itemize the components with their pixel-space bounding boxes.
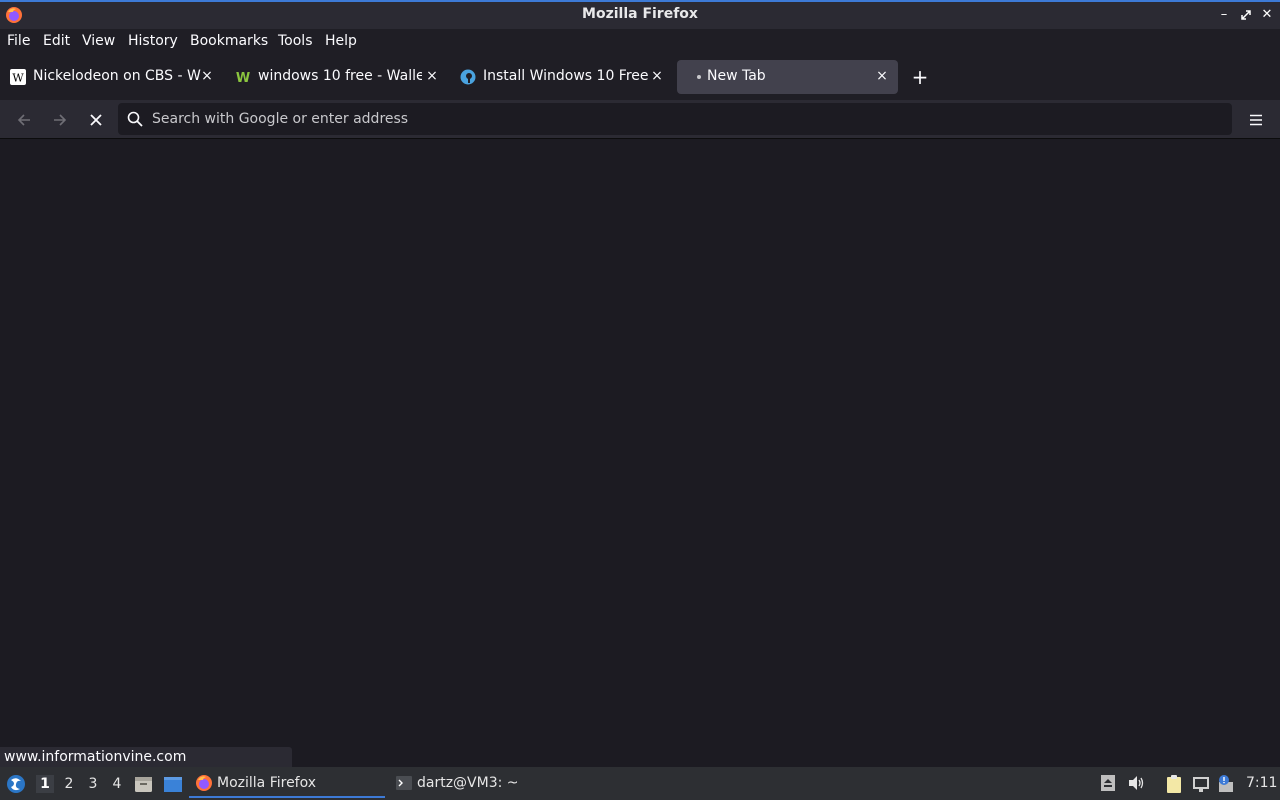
keyboard-layout-icon[interactable] bbox=[1099, 774, 1117, 792]
window-title: Mozilla Firefox bbox=[582, 6, 698, 22]
workspace-2[interactable]: 2 bbox=[60, 775, 78, 793]
svg-text:W: W bbox=[12, 72, 24, 85]
tab-strip: W Nickelodeon on CBS - Wi × W windows 10… bbox=[0, 54, 1280, 100]
tab-label: windows 10 free - Wallet bbox=[258, 68, 422, 84]
minimize-icon[interactable]: – bbox=[1215, 5, 1233, 25]
tab-label: Install Windows 10 Free f bbox=[483, 68, 648, 84]
close-tab-icon[interactable]: × bbox=[197, 66, 217, 86]
clock[interactable]: 7:11 bbox=[1246, 767, 1277, 800]
volume-icon[interactable] bbox=[1127, 774, 1145, 792]
tab-install-windows[interactable]: Install Windows 10 Free f × bbox=[452, 60, 672, 94]
search-input[interactable] bbox=[152, 107, 1212, 131]
menu-history[interactable]: History bbox=[128, 33, 178, 49]
close-icon[interactable]: ✕ bbox=[1258, 5, 1276, 25]
svg-text:W: W bbox=[236, 71, 250, 85]
task-terminal[interactable]: dartz@VM3: ~ bbox=[389, 769, 589, 798]
task-firefox[interactable]: Mozilla Firefox bbox=[189, 769, 385, 798]
menu-tools[interactable]: Tools bbox=[278, 33, 313, 49]
terminal-icon bbox=[396, 776, 412, 790]
show-desktop-icon[interactable] bbox=[163, 776, 183, 793]
status-panel: www.informationvine.com bbox=[0, 747, 292, 767]
notification-icon[interactable] bbox=[1217, 774, 1237, 794]
task-label: dartz@VM3: ~ bbox=[417, 775, 519, 791]
start-menu-icon[interactable] bbox=[6, 774, 26, 794]
workspace-4[interactable]: 4 bbox=[108, 775, 126, 793]
menu-view[interactable]: View bbox=[82, 33, 115, 49]
close-tab-icon[interactable]: × bbox=[872, 66, 892, 86]
navigation-toolbar bbox=[0, 100, 1280, 139]
new-tab-plus-icon[interactable]: + bbox=[908, 65, 932, 89]
back-arrow-icon[interactable] bbox=[11, 107, 37, 133]
wikipedia-icon: W bbox=[10, 69, 26, 85]
tab-nickelodeon[interactable]: W Nickelodeon on CBS - Wi × bbox=[2, 60, 222, 94]
system-taskbar: 1 2 3 4 Mozilla Firefox dartz@VM3: ~ 7:1… bbox=[0, 767, 1280, 800]
address-bar[interactable] bbox=[118, 103, 1232, 135]
task-label: Mozilla Firefox bbox=[217, 775, 317, 791]
close-tab-icon[interactable]: × bbox=[647, 66, 667, 86]
tab-wallethub[interactable]: W windows 10 free - Wallet × bbox=[227, 60, 447, 94]
close-tab-icon[interactable]: × bbox=[422, 66, 442, 86]
firefox-icon bbox=[196, 775, 212, 791]
file-manager-icon[interactable] bbox=[134, 775, 153, 793]
stop-icon[interactable] bbox=[83, 107, 109, 133]
tab-label: New Tab bbox=[707, 68, 766, 84]
network-icon[interactable] bbox=[1191, 774, 1211, 794]
menu-bookmarks[interactable]: Bookmarks bbox=[190, 33, 268, 49]
hamburger-menu-icon[interactable] bbox=[1243, 107, 1269, 133]
dot-icon bbox=[697, 75, 701, 79]
clipboard-icon[interactable] bbox=[1164, 774, 1184, 794]
tab-label: Nickelodeon on CBS - Wi bbox=[33, 68, 201, 84]
tab-new-tab[interactable]: New Tab × bbox=[677, 60, 898, 94]
menu-edit[interactable]: Edit bbox=[43, 33, 70, 49]
workspace-3[interactable]: 3 bbox=[84, 775, 102, 793]
menu-file[interactable]: File bbox=[7, 33, 30, 49]
window-titlebar: Mozilla Firefox – ✕ bbox=[0, 0, 1280, 29]
maximize-icon[interactable] bbox=[1237, 5, 1255, 25]
menu-help[interactable]: Help bbox=[325, 33, 357, 49]
search-icon bbox=[127, 111, 143, 127]
menubar: File Edit View History Bookmarks Tools H… bbox=[0, 29, 1280, 54]
wallethub-icon: W bbox=[236, 71, 250, 85]
forward-arrow-icon[interactable] bbox=[47, 107, 73, 133]
page-content bbox=[0, 140, 1280, 767]
workspace-1[interactable]: 1 bbox=[36, 775, 54, 793]
informationvine-icon bbox=[460, 69, 476, 85]
